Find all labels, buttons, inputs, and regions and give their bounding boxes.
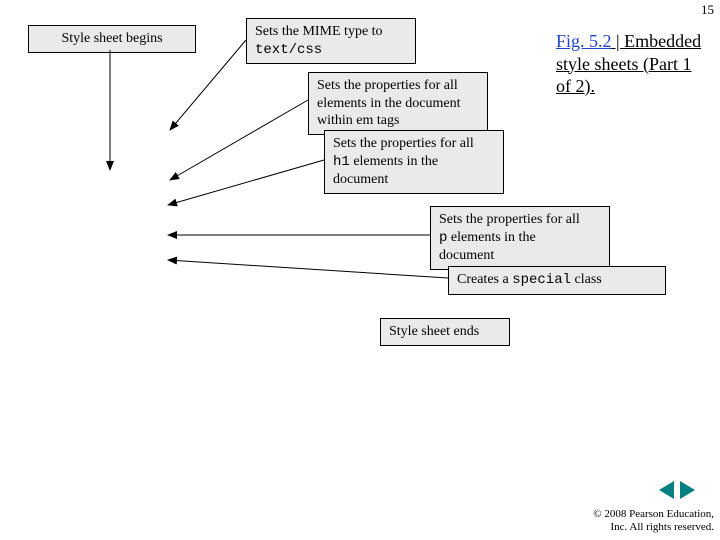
next-slide-button[interactable] [680,481,695,499]
callout-p-props: Sets the properties for all p elements i… [430,206,610,270]
copyright-notice: © 2008 Pearson Education, Inc. All right… [593,508,714,534]
callout-style-ends: Style sheet ends [380,318,510,346]
callout-text: document [439,248,494,263]
callout-code: h1 [333,154,350,170]
callout-special-class: Creates a special class [448,266,666,295]
callout-em-props: Sets the properties for all elements in … [308,72,488,135]
figure-link[interactable]: Fig. 5.2 [556,31,612,51]
callout-code: text/css [255,42,322,58]
callout-text: Sets the properties for all [439,212,580,227]
copyright-line: © 2008 Pearson Education, [593,508,714,521]
callout-text: document [333,172,388,187]
callout-text: Creates a [457,272,512,287]
callout-text: class [571,272,602,287]
callout-text: elements in the [447,230,535,245]
nav-buttons [658,481,696,504]
page-number: 15 [701,2,714,18]
callout-style-begins: Style sheet begins [28,25,196,53]
callout-h1-props: Sets the properties for all h1 elements … [324,130,504,194]
copyright-line: Inc. All rights reserved. [593,521,714,534]
callout-code: special [512,272,571,288]
callout-text: Sets the MIME type to [255,24,383,39]
callout-text: elements in the [350,154,438,169]
caption-sep: | [612,31,625,51]
callout-text: Sets the properties for all [333,136,474,151]
figure-caption: Fig. 5.2 | Embedded style sheets (Part 1… [556,30,704,98]
prev-slide-button[interactable] [659,481,674,499]
callout-mime-type: Sets the MIME type to text/css [246,18,416,64]
